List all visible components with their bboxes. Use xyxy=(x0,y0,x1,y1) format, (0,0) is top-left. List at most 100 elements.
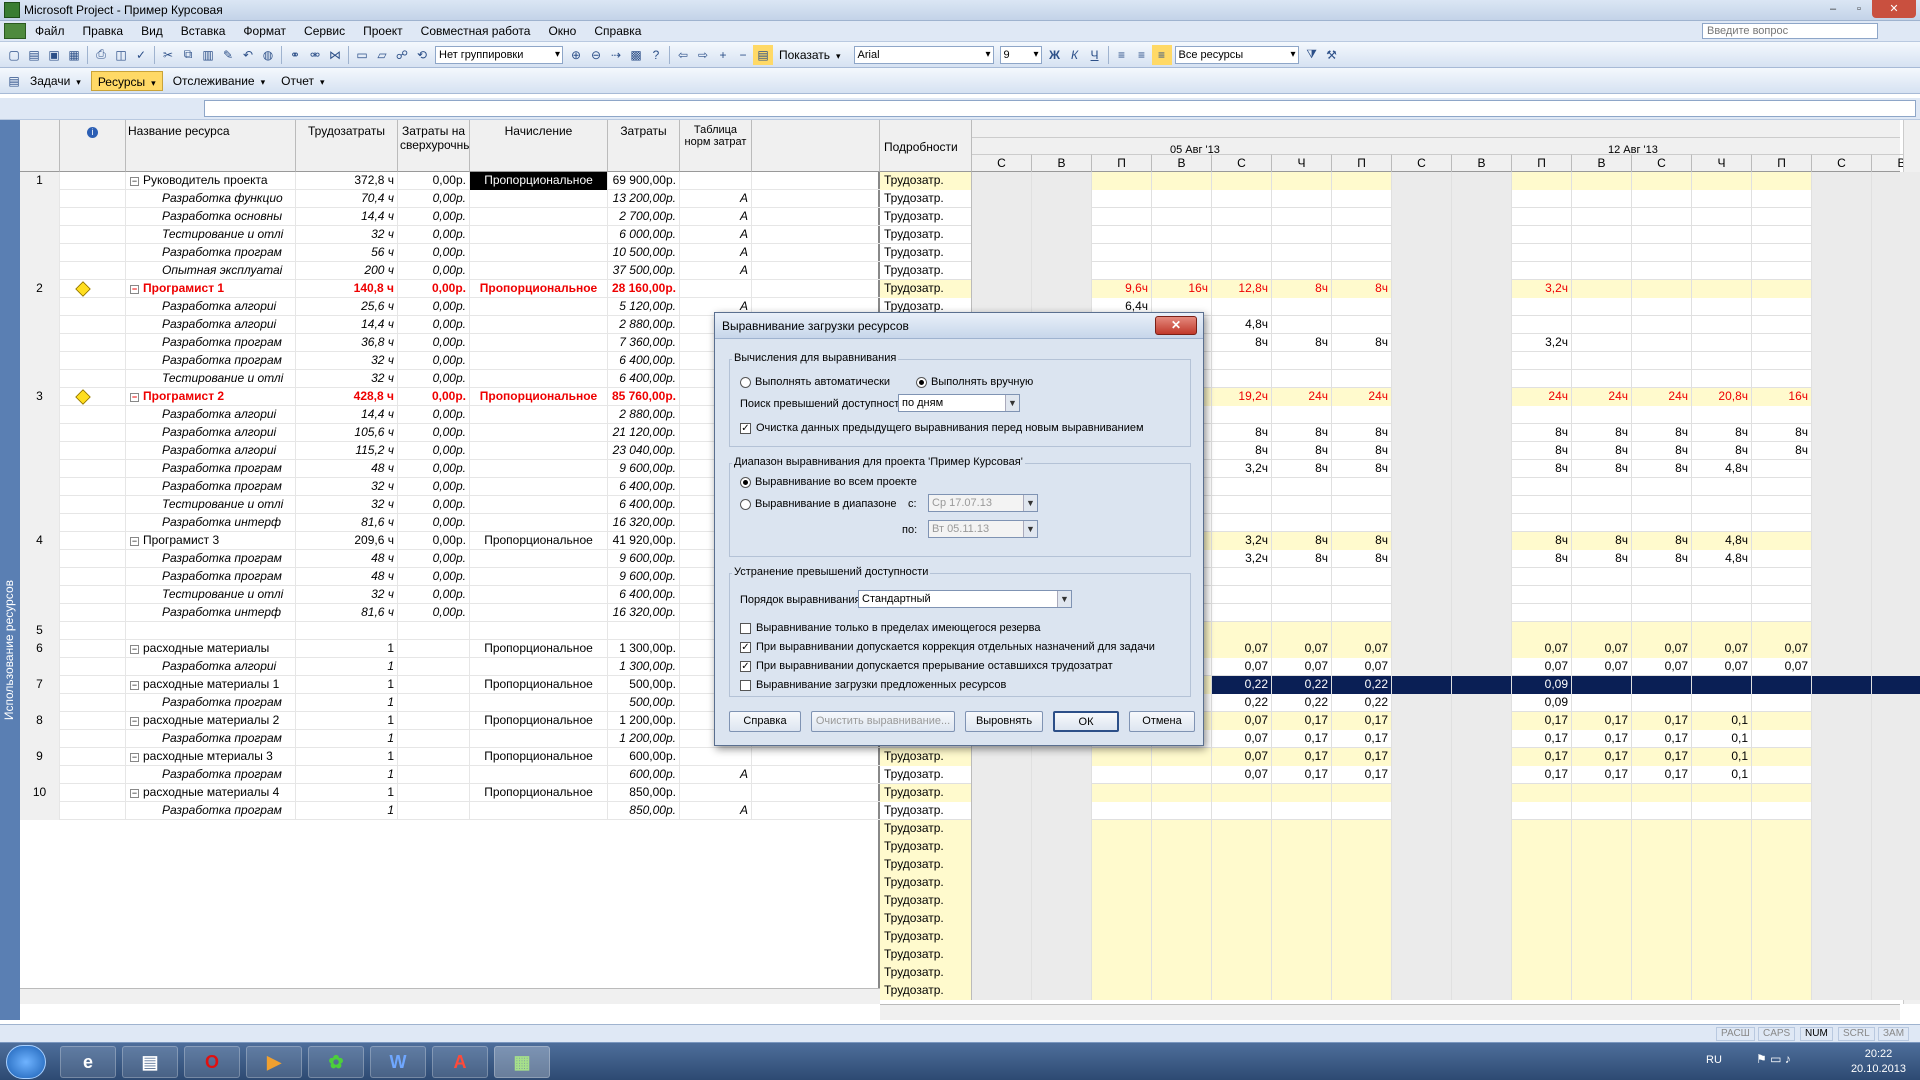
resource-name-cell[interactable]: − Руководитель проекта xyxy=(126,172,296,190)
publish-icon[interactable]: ▦ xyxy=(64,45,84,65)
work-value-cell[interactable] xyxy=(1152,784,1212,802)
work-value-cell[interactable] xyxy=(1632,262,1692,280)
indicator-cell[interactable] xyxy=(60,388,126,406)
work-value-cell[interactable] xyxy=(1872,784,1920,802)
timephased-row[interactable]: Трудозатр. xyxy=(880,928,1920,946)
cost-cell[interactable] xyxy=(608,622,680,640)
menu-tools[interactable]: Сервис xyxy=(295,24,354,38)
work-value-cell[interactable] xyxy=(1152,982,1212,1000)
work-value-cell[interactable] xyxy=(1692,244,1752,262)
bold-button[interactable]: Ж xyxy=(1045,45,1065,65)
work-value-cell[interactable] xyxy=(1812,820,1872,838)
work-value-cell[interactable] xyxy=(1752,730,1812,748)
work-value-cell[interactable] xyxy=(972,856,1032,874)
work-value-cell[interactable] xyxy=(1872,496,1920,514)
collapse-icon[interactable]: − xyxy=(130,285,139,294)
work-value-cell[interactable] xyxy=(1752,514,1812,532)
work-value-cell[interactable] xyxy=(1572,406,1632,424)
indicator-cell[interactable] xyxy=(60,478,126,496)
grouping-select[interactable]: Нет группировки xyxy=(435,45,563,64)
menu-view[interactable]: Вид xyxy=(132,24,172,38)
row-id-cell[interactable] xyxy=(20,604,60,622)
cost-cell[interactable]: 6 000,00р. xyxy=(608,226,680,244)
work-value-cell[interactable] xyxy=(1212,820,1272,838)
link-icon[interactable]: ⚭ xyxy=(285,45,305,65)
work-value-cell[interactable] xyxy=(1452,712,1512,730)
work-value-cell[interactable] xyxy=(1452,658,1512,676)
work-value-cell[interactable] xyxy=(1452,586,1512,604)
timephased-row[interactable]: Трудозатр. xyxy=(880,226,1920,244)
row-id-cell[interactable] xyxy=(20,460,60,478)
overtime-cost-cell[interactable]: 0,00р. xyxy=(398,568,470,586)
work-cell[interactable]: 372,8 ч xyxy=(296,172,398,190)
work-value-cell[interactable] xyxy=(1812,514,1872,532)
work-value-cell[interactable]: 8ч xyxy=(1332,550,1392,568)
work-value-cell[interactable] xyxy=(1872,298,1920,316)
menu-format[interactable]: Формат xyxy=(234,24,295,38)
filter-select[interactable]: Все ресурсы xyxy=(1174,45,1299,64)
work-value-cell[interactable] xyxy=(1812,532,1872,550)
work-value-cell[interactable]: 8ч xyxy=(1632,550,1692,568)
timeline-horizontal-scrollbar[interactable] xyxy=(880,1004,1900,1020)
plus-icon[interactable]: + xyxy=(713,45,733,65)
work-value-cell[interactable] xyxy=(1152,928,1212,946)
indicator-cell[interactable] xyxy=(60,190,126,208)
accrual-cell[interactable] xyxy=(470,298,608,316)
indicator-cell[interactable] xyxy=(60,712,126,730)
work-value-cell[interactable] xyxy=(1572,802,1632,820)
resource-name-cell[interactable]: Разработка алгориі xyxy=(126,424,296,442)
work-value-cell[interactable] xyxy=(972,262,1032,280)
work-value-cell[interactable] xyxy=(1452,838,1512,856)
rate-table-cell[interactable] xyxy=(680,748,752,766)
work-value-cell[interactable]: 0,07 xyxy=(1212,730,1272,748)
work-value-cell[interactable] xyxy=(1452,478,1512,496)
row-id-cell[interactable]: 9 xyxy=(20,748,60,766)
row-id-cell[interactable]: 1 xyxy=(20,172,60,190)
row-id-cell[interactable] xyxy=(20,352,60,370)
cancel-button[interactable]: Отмена xyxy=(1129,711,1195,732)
resource-name-cell[interactable] xyxy=(126,622,296,640)
resource-row[interactable]: 10− расходные материалы 4 1 Пропорционально… xyxy=(20,784,880,802)
work-value-cell[interactable] xyxy=(1752,334,1812,352)
accrual-cell[interactable] xyxy=(470,694,608,712)
accrual-cell[interactable]: Пропорциональное xyxy=(470,784,608,802)
work-cell[interactable]: 48 ч xyxy=(296,550,398,568)
work-cell[interactable]: 1 xyxy=(296,748,398,766)
accrual-cell[interactable] xyxy=(470,370,608,388)
work-value-cell[interactable] xyxy=(1572,370,1632,388)
work-value-cell[interactable]: 8ч xyxy=(1692,424,1752,442)
work-value-cell[interactable] xyxy=(1392,478,1452,496)
work-value-cell[interactable] xyxy=(1572,676,1632,694)
work-value-cell[interactable] xyxy=(1392,730,1452,748)
work-value-cell[interactable] xyxy=(1512,802,1572,820)
work-value-cell[interactable]: 0,17 xyxy=(1512,712,1572,730)
overtime-cost-cell[interactable] xyxy=(398,784,470,802)
cut-icon[interactable]: ✂ xyxy=(158,45,178,65)
work-value-cell[interactable] xyxy=(1212,244,1272,262)
work-value-cell[interactable] xyxy=(1632,694,1692,712)
minimize-button[interactable]: – xyxy=(1820,0,1846,18)
accrual-cell[interactable] xyxy=(470,262,608,280)
new-icon[interactable]: ▢ xyxy=(4,45,24,65)
work-value-cell[interactable] xyxy=(1392,604,1452,622)
work-value-cell[interactable]: 8ч xyxy=(1272,424,1332,442)
work-value-cell[interactable] xyxy=(1512,784,1572,802)
work-value-cell[interactable] xyxy=(1872,892,1920,910)
work-value-cell[interactable] xyxy=(1392,172,1452,190)
work-value-cell[interactable] xyxy=(1212,928,1272,946)
work-value-cell[interactable] xyxy=(1452,622,1512,640)
work-value-cell[interactable] xyxy=(1512,604,1572,622)
indicator-cell[interactable] xyxy=(60,298,126,316)
timephased-row[interactable]: Трудозатр. xyxy=(880,190,1920,208)
timephased-row[interactable]: Трудозатр. 9,6ч 16ч 12,8ч 8ч 8ч 3,2ч xyxy=(880,280,1920,298)
work-value-cell[interactable] xyxy=(1092,244,1152,262)
work-value-cell[interactable]: 8ч xyxy=(1332,424,1392,442)
rate-table-cell[interactable] xyxy=(680,784,752,802)
indicator-cell[interactable] xyxy=(60,262,126,280)
assignment-row[interactable]: Опытная эксплуатаі 200 ч 0,00р. 37 500,00р.… xyxy=(20,262,880,280)
work-value-cell[interactable] xyxy=(1632,244,1692,262)
work-value-cell[interactable] xyxy=(1632,208,1692,226)
work-value-cell[interactable] xyxy=(1872,424,1920,442)
work-value-cell[interactable] xyxy=(1812,928,1872,946)
work-value-cell[interactable]: 8ч xyxy=(1272,442,1332,460)
